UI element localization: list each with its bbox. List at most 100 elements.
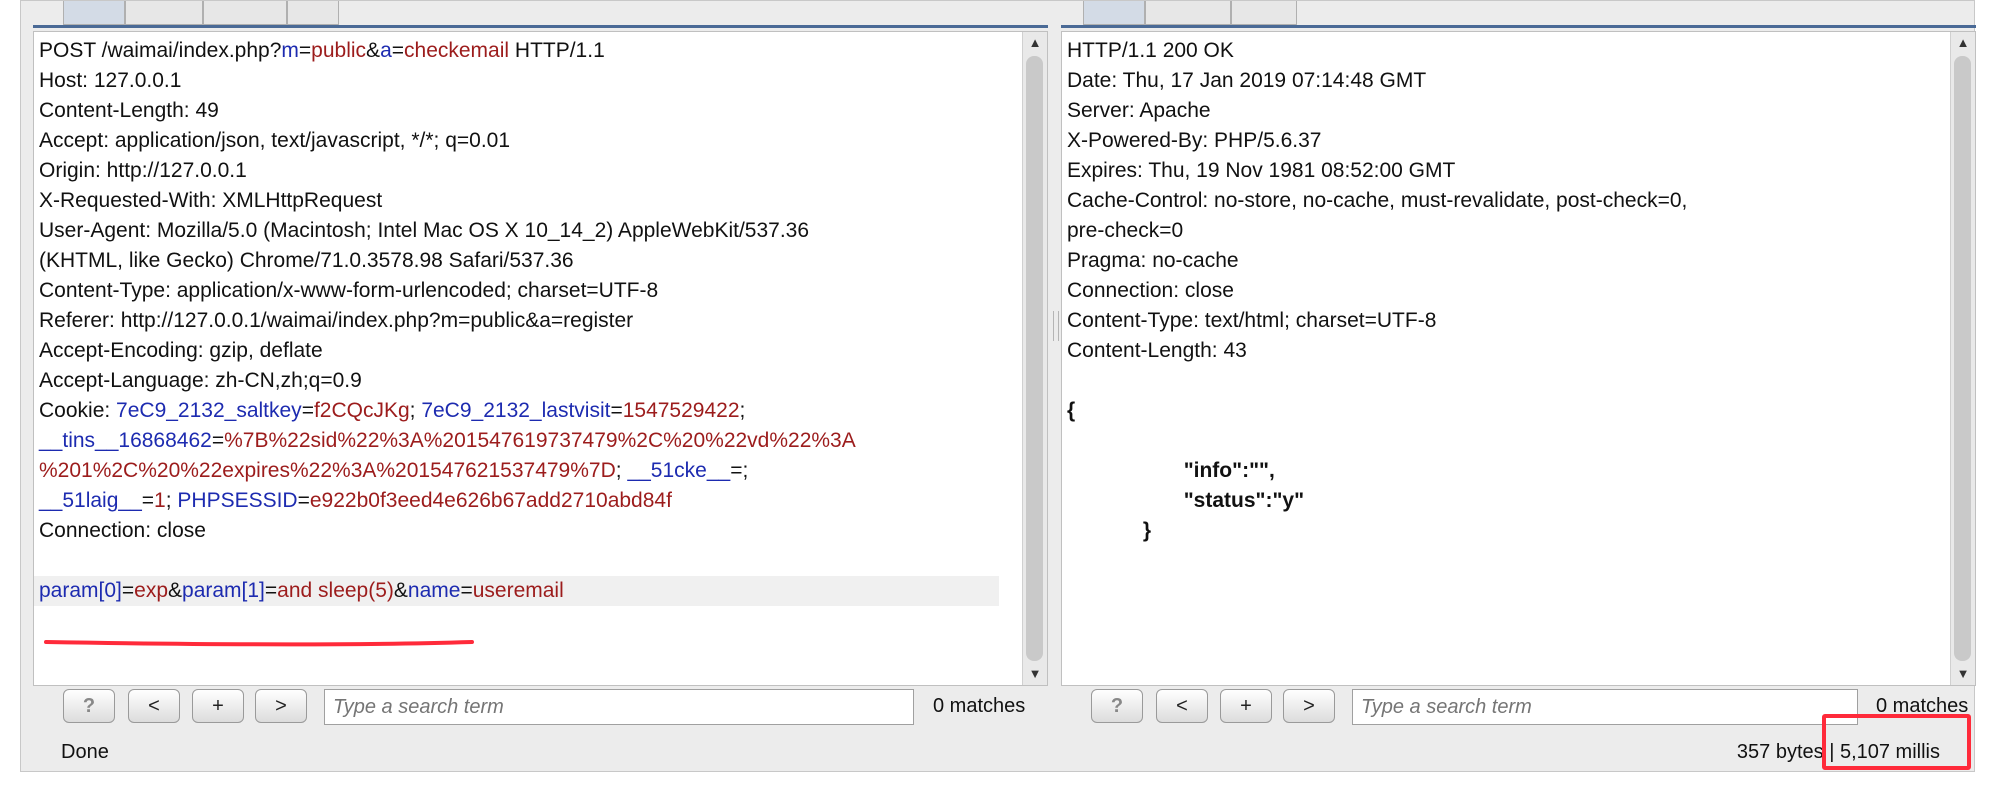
request-token: %7B%22sid%22%3A%201547619737479%2C%20%22… — [224, 429, 856, 452]
request-token: Accept-Language: zh-CN,zh;q=0.9 — [39, 369, 362, 392]
request-search-input[interactable] — [324, 689, 914, 725]
response-line: Server: Apache — [1067, 96, 1687, 126]
add-button[interactable]: + — [1220, 689, 1272, 723]
request-line: param[0]=exp&param[1]=and sleep(5)&name=… — [34, 576, 999, 606]
request-token: a — [380, 39, 392, 62]
request-line: Accept-Language: zh-CN,zh;q=0.9 — [39, 366, 999, 396]
response-line: HTTP/1.1 200 OK — [1067, 36, 1687, 66]
request-tab-hex[interactable] — [287, 1, 339, 25]
help-button[interactable]: ? — [63, 689, 115, 723]
response-token: Date: Thu, 17 Jan 2019 07:14:48 GMT — [1067, 69, 1427, 92]
previous-match-button[interactable]: < — [128, 689, 180, 723]
response-line: X-Powered-By: PHP/5.6.37 — [1067, 126, 1687, 156]
response-line — [1067, 426, 1687, 456]
request-token: name — [407, 579, 461, 602]
response-token: Content-Type: text/html; charset=UTF-8 — [1067, 309, 1437, 332]
request-token: = — [301, 399, 314, 422]
request-token: User-Agent: Mozilla/5.0 (Macintosh; Inte… — [39, 219, 810, 242]
request-token: PHPSESSID — [177, 489, 298, 512]
response-line: Date: Thu, 17 Jan 2019 07:14:48 GMT — [1067, 66, 1687, 96]
scroll-down-icon[interactable]: ▼ — [1023, 663, 1047, 685]
request-token: Cookie: — [39, 399, 117, 422]
response-text[interactable]: HTTP/1.1 200 OK Date: Thu, 17 Jan 2019 07… — [1067, 36, 1687, 546]
request-token: Connection: close — [39, 519, 206, 542]
request-line: POST /waimai/index.php?m=public&a=checke… — [39, 36, 999, 66]
request-scrollbar[interactable]: ▲ ▼ — [1022, 32, 1047, 685]
response-token: Expires: Thu, 19 Nov 1981 08:52:00 GMT — [1067, 159, 1456, 182]
request-line: User-Agent: Mozilla/5.0 (Macintosh; Inte… — [39, 216, 999, 246]
response-line: Content-Length: 43 — [1067, 336, 1687, 366]
next-match-button[interactable]: > — [1283, 689, 1335, 723]
response-line: { — [1067, 396, 1687, 426]
request-token: = — [297, 489, 310, 512]
response-editor[interactable]: HTTP/1.1 200 OK Date: Thu, 17 Jan 2019 07… — [1061, 31, 1976, 686]
request-line: (KHTML, like Gecko) Chrome/71.0.3578.98 … — [39, 246, 999, 276]
tab-rule — [33, 25, 1048, 28]
response-line: Pragma: no-cache — [1067, 246, 1687, 276]
response-size: 357 bytes — [1736, 741, 1824, 763]
scroll-up-icon[interactable]: ▲ — [1951, 32, 1975, 54]
request-line: Referer: http://127.0.0.1/waimai/index.p… — [39, 306, 999, 336]
request-token: Host: 127.0.0.1 — [39, 69, 182, 92]
response-line: } — [1067, 516, 1687, 546]
request-token: & — [393, 579, 408, 602]
pane-splitter[interactable] — [1051, 31, 1059, 731]
response-tab-headers[interactable] — [1145, 1, 1231, 25]
scroll-up-icon[interactable]: ▲ — [1023, 32, 1047, 54]
response-token: Cache-Control: no-store, no-cache, must-… — [1067, 189, 1688, 212]
response-token: } — [1067, 519, 1152, 542]
request-token: X-Requested-With: XMLHttpRequest — [39, 189, 383, 212]
request-line: Accept: application/json, text/javascrip… — [39, 126, 999, 156]
splitter-grip-icon — [1053, 311, 1059, 341]
next-match-button[interactable]: > — [255, 689, 307, 723]
request-line: Host: 127.0.0.1 — [39, 66, 999, 96]
request-tab-params[interactable] — [125, 1, 203, 25]
scroll-down-icon[interactable]: ▼ — [1951, 663, 1975, 685]
request-token: ; — [739, 399, 746, 422]
request-token: = — [298, 39, 312, 62]
response-token: { — [1067, 399, 1076, 422]
request-token: useremail — [472, 579, 564, 602]
request-token: exp — [134, 579, 168, 602]
request-token: & — [366, 39, 381, 62]
request-tab-raw[interactable] — [63, 1, 125, 25]
request-token: 7eC9_2132_lastvisit — [421, 399, 611, 422]
request-token: param[1] — [182, 579, 265, 602]
response-tab-hex[interactable] — [1231, 1, 1297, 25]
request-token: (KHTML, like Gecko) Chrome/71.0.3578.98 … — [39, 249, 574, 272]
response-scrollbar[interactable]: ▲ ▼ — [1950, 32, 1975, 685]
request-text[interactable]: POST /waimai/index.php?m=public&a=checke… — [34, 36, 999, 606]
response-tab-raw[interactable] — [1083, 1, 1145, 25]
request-token: public — [311, 39, 367, 62]
request-token: __51cke__ — [627, 459, 731, 482]
request-editor[interactable]: POST /waimai/index.php?m=public&a=checke… — [33, 31, 1048, 686]
request-line: Cookie: 7eC9_2132_saltkey=f2CQcJKg; 7eC9… — [39, 396, 999, 426]
request-token: %201%2C%20%22expires%22%3A%2015476215374… — [39, 459, 616, 482]
request-token: HTTP/1.1 — [509, 39, 605, 62]
response-token: HTTP/1.1 200 OK — [1067, 39, 1234, 62]
response-token: "status":"y" — [1067, 489, 1305, 512]
scroll-thumb[interactable] — [1026, 56, 1043, 661]
request-token: __51laig__ — [39, 489, 142, 512]
response-line: Connection: close — [1067, 276, 1687, 306]
response-line: "info":"", — [1067, 456, 1687, 486]
request-line: %201%2C%20%22expires%22%3A%2015476215374… — [39, 456, 999, 486]
response-token: Content-Length: 43 — [1067, 339, 1247, 362]
request-token: = — [610, 399, 623, 422]
request-token: m — [281, 39, 299, 62]
cropped-background — [21, 772, 1974, 785]
request-token: Referer: http://127.0.0.1/waimai/index.p… — [39, 309, 634, 332]
help-button[interactable]: ? — [1091, 689, 1143, 723]
request-token: 7eC9_2132_saltkey — [116, 399, 302, 422]
request-tab-headers[interactable] — [203, 1, 287, 25]
response-tabs — [1061, 1, 1976, 31]
response-line: Cache-Control: no-store, no-cache, must-… — [1067, 186, 1687, 216]
request-token: Content-Type: application/x-www-form-url… — [39, 279, 659, 302]
response-search-input[interactable] — [1352, 689, 1858, 725]
request-token: = — [391, 39, 405, 62]
previous-match-button[interactable]: < — [1156, 689, 1208, 723]
scroll-thumb[interactable] — [1954, 56, 1971, 661]
add-button[interactable]: + — [192, 689, 244, 723]
request-token: Origin: http://127.0.0.1 — [39, 159, 247, 182]
response-token: X-Powered-By: PHP/5.6.37 — [1067, 129, 1322, 152]
